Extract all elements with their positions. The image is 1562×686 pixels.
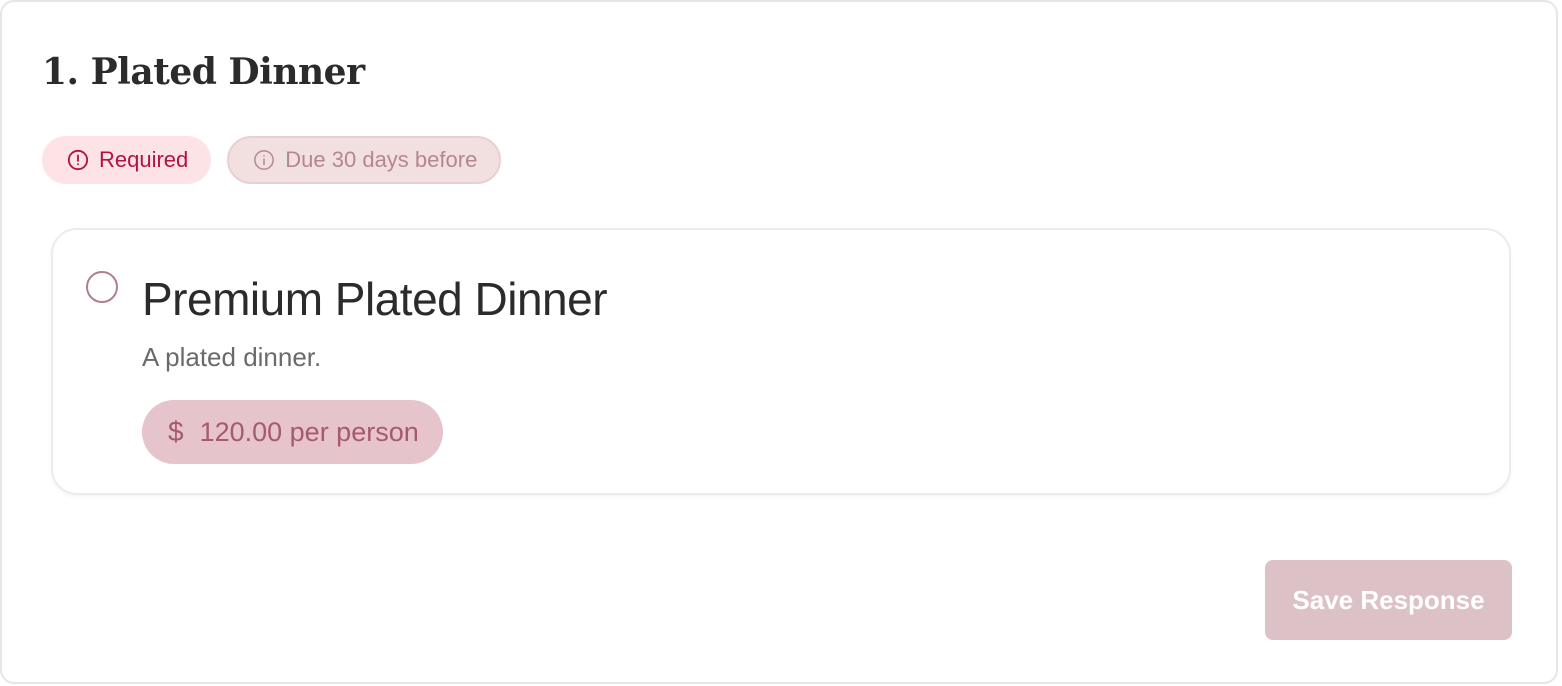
- alert-circle-icon: [67, 149, 89, 171]
- option-card-premium-plated-dinner[interactable]: Premium Plated Dinner A plated dinner. $…: [51, 228, 1511, 495]
- question-card: 1. Plated Dinner Required Due 30 days be…: [0, 0, 1558, 684]
- required-badge: Required: [42, 136, 212, 184]
- option-title: Premium Plated Dinner: [142, 273, 608, 325]
- option-radio[interactable]: [86, 271, 118, 303]
- option-description: A plated dinner.: [142, 342, 322, 372]
- required-badge-label: Required: [99, 147, 189, 172]
- due-date-badge: Due 30 days before: [227, 136, 502, 184]
- price-label: 120.00 per person: [199, 416, 419, 447]
- dollar-icon: $: [168, 416, 184, 447]
- question-title: 1. Plated Dinner: [42, 51, 365, 93]
- price-badge: $ 120.00 per person: [142, 400, 443, 464]
- due-date-badge-label: Due 30 days before: [285, 147, 478, 172]
- save-response-button[interactable]: Save Response: [1265, 560, 1512, 640]
- info-circle-icon: [253, 149, 275, 171]
- badge-row: Required Due 30 days before: [42, 136, 502, 184]
